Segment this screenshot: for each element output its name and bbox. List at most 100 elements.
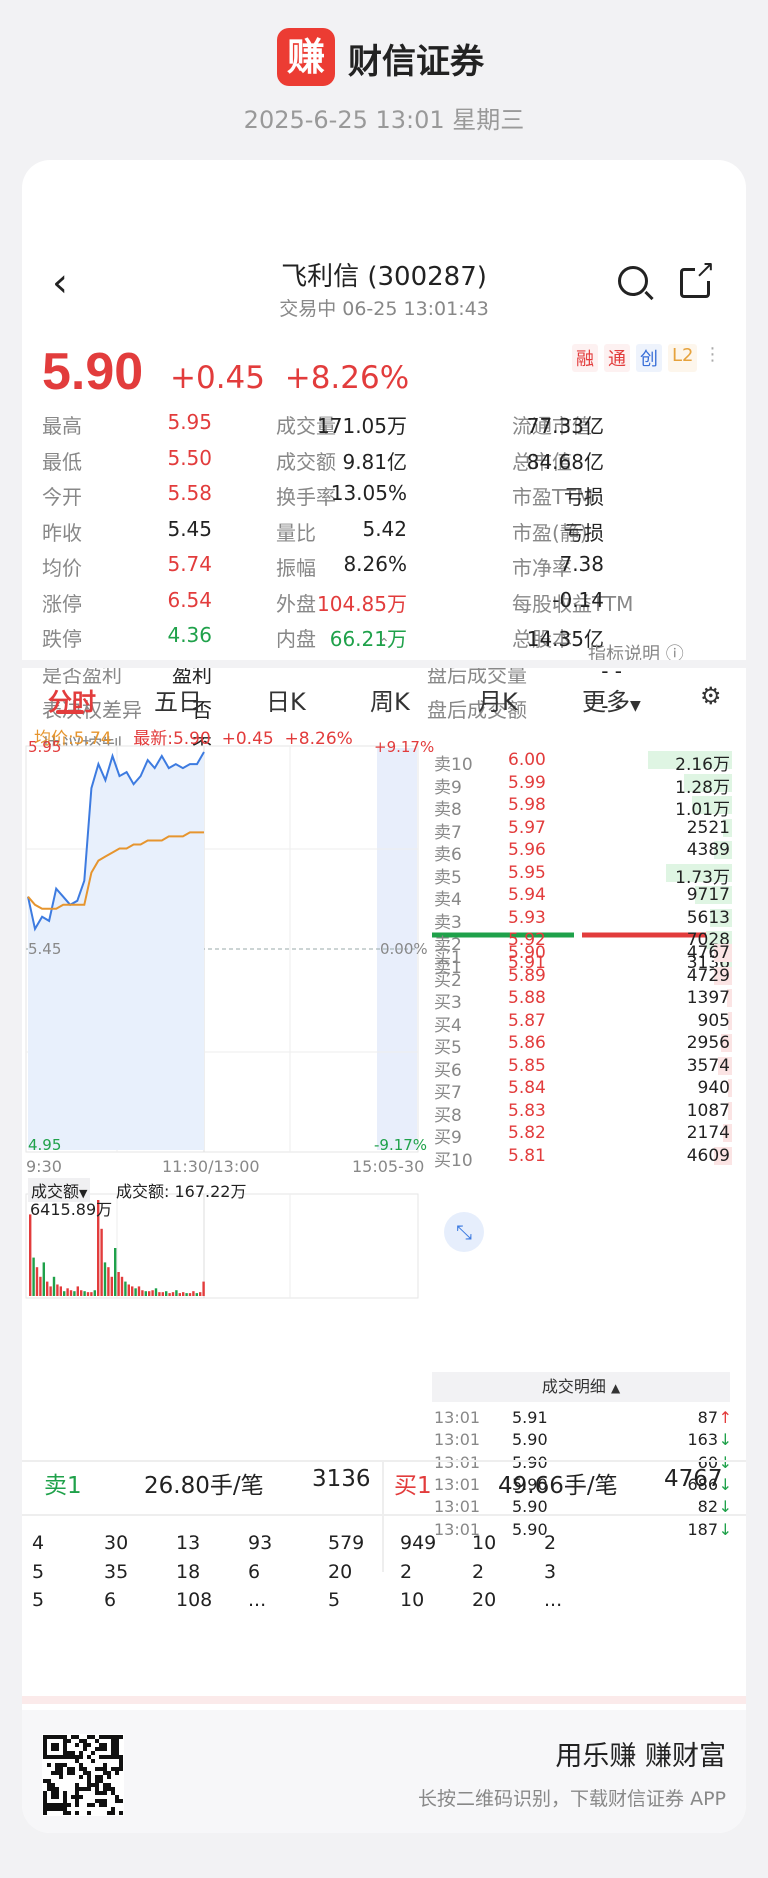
volume-bar <box>202 1281 205 1296</box>
trade-volume: 163 <box>687 1430 718 1450</box>
trade-volume: 187 <box>687 1519 718 1539</box>
level-volume: 1397 <box>686 988 730 1008</box>
volume-bar <box>178 1293 181 1296</box>
ask-level[interactable]: 卖7 5.97 2521 <box>432 817 732 843</box>
bid-level[interactable]: 买5 5.86 2956 <box>432 1033 732 1058</box>
level-price: 6.00 <box>508 750 546 770</box>
volume-bar <box>69 1290 73 1296</box>
arrow-down-icon: ↓ <box>718 1430 732 1450</box>
share-header: 赚 财信证券 2025-6-25 13:01 星期三 <box>0 0 768 150</box>
volume-bar <box>90 1292 93 1296</box>
level-price: 5.93 <box>508 907 546 928</box>
volume-bar <box>192 1291 195 1296</box>
sell1-avg: 26.80手/笔 <box>144 1473 264 1499</box>
ask-level[interactable]: 卖3 5.93 5613 <box>432 907 732 933</box>
volume-bar <box>171 1292 175 1296</box>
volume-bar <box>29 1214 32 1296</box>
trade-time: 13:01 <box>434 1408 481 1427</box>
level-price: 5.95 <box>508 862 546 883</box>
level-price: 5.96 <box>508 840 546 860</box>
volume-bar <box>137 1286 141 1296</box>
ask-level[interactable]: 卖9 5.99 1.28万 <box>432 773 732 798</box>
level-label: 卖3 <box>434 912 462 933</box>
volume-bar <box>103 1262 107 1296</box>
volume-bar <box>32 1257 35 1296</box>
volume-bar <box>154 1288 158 1296</box>
buy-queue-cell: 2 <box>544 1532 557 1554</box>
sell-queue-cell: 30 <box>104 1532 129 1554</box>
volume-bar <box>127 1284 130 1296</box>
volume-bar <box>63 1291 66 1296</box>
trade-price: 5.91 <box>512 1408 548 1427</box>
volume-bar <box>100 1228 103 1296</box>
level-volume: 2.16万 <box>675 755 730 775</box>
trade-time: 13:01 <box>434 1430 481 1450</box>
sell-queue-cell: 18 <box>176 1560 201 1583</box>
bid-level[interactable]: 买10 5.81 4609 <box>432 1145 732 1171</box>
x-end-label: 15:05-30 <box>352 1157 425 1176</box>
trade-volume: 87 <box>697 1408 718 1427</box>
level-price: 5.98 <box>508 795 546 815</box>
level-price: 5.94 <box>508 885 546 905</box>
share-timestamp: 2025-6-25 13:01 星期三 <box>243 106 525 134</box>
buy-queue-cell: 949 <box>400 1532 437 1554</box>
bid-level[interactable]: 买3 5.88 1397 <box>432 988 732 1013</box>
level-volume: 9717 <box>686 885 730 905</box>
level-label: 买9 <box>434 1128 462 1148</box>
volume-bar <box>114 1248 117 1296</box>
level-label: 买4 <box>434 1015 462 1036</box>
bid-level[interactable]: 买8 5.83 1087 <box>432 1100 732 1126</box>
bid-level[interactable]: 买6 5.85 3574 <box>432 1056 732 1081</box>
volume-total: 成交额: 167.22万 <box>116 1182 247 1201</box>
ask-level[interactable]: 卖8 5.98 1.01万 <box>432 795 732 820</box>
level-label: 买3 <box>434 993 462 1013</box>
y-top-label: 5.95 <box>28 738 62 756</box>
level-price: 5.81 <box>508 1145 546 1166</box>
buy-queue-cell: 10 <box>472 1532 497 1554</box>
volume-bar <box>188 1293 192 1296</box>
arrow-down-icon: ↓ <box>718 1519 732 1539</box>
volume-bar <box>59 1286 62 1296</box>
volume-bar <box>141 1290 144 1296</box>
buy-queue-cell: 579 <box>328 1532 365 1554</box>
level-price: 5.86 <box>508 1033 546 1053</box>
volume-bar <box>131 1286 134 1296</box>
level-label: 卖9 <box>434 777 462 798</box>
level-label: 买1 <box>434 948 462 968</box>
x-mid-label: 11:30/13:00 <box>162 1157 260 1176</box>
caret-up-icon: ▲ <box>610 1381 621 1395</box>
level-volume: 2521 <box>686 817 730 838</box>
footer-hint: 长按二维码识别，下载财信证券 APP <box>418 1788 726 1810</box>
volume-bar <box>39 1276 42 1296</box>
volume-bar <box>124 1281 127 1296</box>
volume-bar <box>175 1290 178 1296</box>
expand-icon[interactable]: ⤡ <box>444 1212 484 1252</box>
ask-level[interactable]: 卖6 5.96 4389 <box>432 840 732 865</box>
bid-level[interactable]: 买9 5.82 2174 <box>432 1123 732 1148</box>
volume-bar <box>120 1276 124 1296</box>
level-price: 5.83 <box>508 1100 546 1121</box>
level-label: 卖6 <box>434 845 462 865</box>
bid-level[interactable]: 买7 5.84 940 <box>432 1078 732 1103</box>
volume-bar <box>52 1276 56 1296</box>
volume-bar <box>158 1292 161 1296</box>
buy-queue-cell: 20 <box>328 1560 353 1583</box>
ask-level[interactable]: 卖10 6.00 2.16万 <box>432 750 732 775</box>
sell-queue-cell: 5 <box>32 1589 45 1611</box>
pct-mid-label: 0.00% <box>380 940 428 958</box>
bid-level[interactable]: 买1 5.90 4767 <box>432 943 732 968</box>
trade-row: 13:01 5.90 163 ↓ <box>432 1430 732 1454</box>
sell-queue-cell: 108 <box>176 1589 213 1611</box>
bid-level[interactable]: 买2 5.89 4729 <box>432 966 732 991</box>
level-volume: 940 <box>697 1078 730 1098</box>
ask-level[interactable]: 卖5 5.95 1.73万 <box>432 862 732 888</box>
trade-detail-header[interactable]: 成交明细 ▲ <box>432 1372 730 1402</box>
volume-bar <box>199 1292 202 1296</box>
volume-bar <box>56 1284 59 1296</box>
volume-bar <box>110 1276 113 1296</box>
level-label: 买10 <box>434 1150 473 1171</box>
buy-queue-cell: 10 <box>400 1589 425 1611</box>
bid-level[interactable]: 买4 5.87 905 <box>432 1011 732 1036</box>
ask-level[interactable]: 卖4 5.94 9717 <box>432 885 732 910</box>
buy1-avg: 49.66手/笔 <box>498 1473 618 1499</box>
